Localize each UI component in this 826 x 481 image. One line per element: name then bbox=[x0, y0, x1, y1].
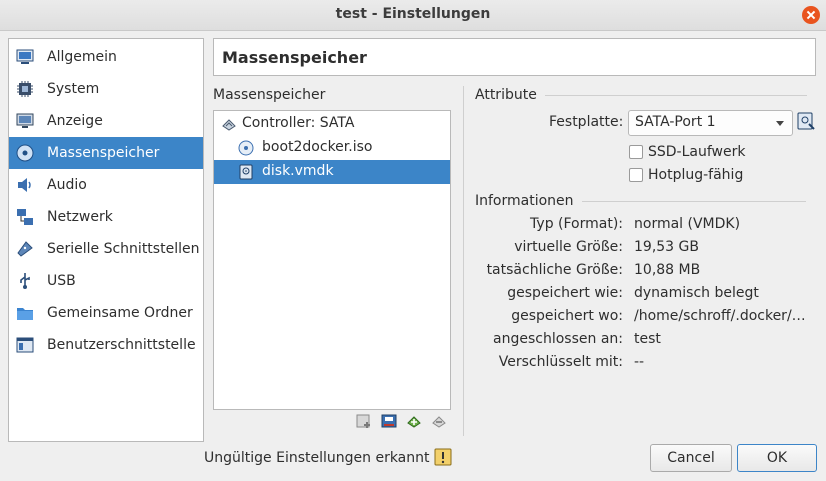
page-title-box: Massenspeicher bbox=[213, 38, 816, 76]
sidebar-item-serielle-schnittstellen[interactable]: Serielle Schnittstellen bbox=[9, 233, 203, 265]
section-divider bbox=[544, 94, 807, 96]
remove-attachment-icon[interactable] bbox=[381, 413, 397, 429]
remove-controller-icon[interactable] bbox=[431, 413, 447, 429]
warning-icon[interactable] bbox=[434, 448, 452, 466]
sidebar-item-label: Anzeige bbox=[47, 113, 103, 129]
window-title: test - Einstellungen bbox=[335, 6, 491, 22]
info-key-typ: Typ (Format): bbox=[530, 216, 623, 232]
info-key-verschluesselt-mit: Verschlüsselt mit: bbox=[498, 354, 623, 370]
sidebar-item-netzwerk[interactable]: Netzwerk bbox=[9, 201, 203, 233]
section-divider bbox=[581, 200, 806, 202]
tree-item-controller[interactable]: Controller: SATA bbox=[214, 112, 450, 136]
hard-disk-icon bbox=[239, 164, 253, 180]
info-value-angeschlossen-an: test bbox=[634, 331, 661, 347]
general-icon bbox=[16, 49, 34, 64]
attribute-section-title: Attribute bbox=[475, 87, 537, 103]
sidebar-item-usb[interactable]: USB bbox=[9, 265, 203, 297]
tree-item-disk-vmdk[interactable]: disk.vmdk bbox=[214, 160, 450, 184]
sidebar-item-audio[interactable]: Audio bbox=[9, 169, 203, 201]
info-key-tatsaechliche-groesse: tatsächliche Größe: bbox=[486, 262, 623, 278]
storage-disk-icon bbox=[16, 144, 34, 162]
invalid-settings-warning: Ungültige Einstellungen erkannt bbox=[204, 450, 430, 466]
info-key-virtuelle-groesse: virtuelle Größe: bbox=[514, 239, 623, 255]
add-attachment-icon[interactable] bbox=[406, 413, 422, 429]
add-controller-icon[interactable] bbox=[356, 413, 372, 429]
info-value-gespeichert-wo: /home/schroff/.docker/… bbox=[634, 308, 806, 324]
festplatte-value: SATA-Port 1 bbox=[635, 114, 716, 130]
sidebar-item-benutzerschnittstelle[interactable]: Benutzerschnittstelle bbox=[9, 329, 203, 361]
page-title: Massenspeicher bbox=[222, 48, 367, 67]
ssd-checkbox[interactable] bbox=[629, 145, 643, 159]
info-value-virtuelle-groesse: 19,53 GB bbox=[634, 239, 699, 255]
hotplug-checkbox[interactable] bbox=[629, 168, 643, 182]
info-key-gespeichert-wie: gespeichert wie: bbox=[507, 285, 623, 301]
choose-disk-icon[interactable] bbox=[797, 112, 815, 130]
settings-sidebar: Allgemein System Anzeige Massenspeicher … bbox=[8, 38, 204, 442]
serial-port-icon bbox=[17, 241, 33, 257]
tree-item-label: boot2docker.iso bbox=[262, 139, 373, 155]
sidebar-item-label: Massenspeicher bbox=[47, 145, 160, 161]
display-monitor-icon bbox=[16, 113, 34, 128]
info-value-verschluesselt-mit: -- bbox=[634, 354, 645, 370]
cancel-button-label: Cancel bbox=[667, 450, 715, 466]
network-icon bbox=[17, 209, 33, 225]
info-value-gespeichert-wie: dynamisch belegt bbox=[634, 285, 759, 301]
info-key-gespeichert-wo: gespeichert wo: bbox=[511, 308, 623, 324]
controller-icon bbox=[222, 119, 236, 131]
cancel-button[interactable]: Cancel bbox=[650, 444, 732, 472]
close-button[interactable] bbox=[802, 6, 820, 24]
optical-disc-icon bbox=[238, 140, 254, 156]
sidebar-item-massenspeicher[interactable]: Massenspeicher bbox=[9, 137, 203, 169]
sidebar-item-label: USB bbox=[47, 273, 76, 289]
info-key-angeschlossen-an: angeschlossen an: bbox=[493, 331, 623, 347]
sidebar-item-label: Serielle Schnittstellen bbox=[47, 241, 200, 257]
ok-button-label: OK bbox=[766, 450, 788, 466]
user-interface-icon bbox=[16, 337, 34, 353]
sidebar-item-label: Netzwerk bbox=[47, 209, 113, 225]
sidebar-item-system[interactable]: System bbox=[9, 73, 203, 105]
attribute-section-label: Attribute bbox=[475, 87, 807, 103]
storage-tree: Controller: SATA boot2docker.iso disk.vm… bbox=[213, 110, 451, 410]
ok-button[interactable]: OK bbox=[737, 444, 817, 472]
sidebar-item-label: Allgemein bbox=[47, 49, 117, 65]
sidebar-item-allgemein[interactable]: Allgemein bbox=[9, 41, 203, 73]
usb-icon bbox=[20, 273, 30, 289]
storage-section-label: Massenspeicher bbox=[213, 87, 325, 103]
info-section-label: Informationen bbox=[475, 193, 806, 209]
vertical-divider bbox=[463, 86, 464, 436]
info-value-typ: normal (VMDK) bbox=[634, 216, 741, 232]
sidebar-item-label: System bbox=[47, 81, 100, 97]
chevron-down-icon bbox=[776, 121, 784, 126]
speaker-icon bbox=[18, 178, 31, 192]
ssd-label: SSD-Laufwerk bbox=[648, 144, 746, 160]
shared-folder-icon bbox=[17, 308, 33, 320]
tree-item-label: disk.vmdk bbox=[262, 163, 334, 179]
tree-item-boot2docker-iso[interactable]: boot2docker.iso bbox=[214, 136, 450, 160]
info-section-title: Informationen bbox=[475, 193, 574, 209]
sidebar-item-gemeinsame-ordner[interactable]: Gemeinsame Ordner bbox=[9, 297, 203, 329]
tree-item-label: Controller: SATA bbox=[242, 115, 355, 131]
system-chip-icon bbox=[17, 81, 33, 97]
sidebar-item-label: Gemeinsame Ordner bbox=[47, 305, 193, 321]
festplatte-label: Festplatte: bbox=[549, 114, 624, 130]
storage-section-title: Massenspeicher bbox=[213, 87, 326, 103]
festplatte-select[interactable]: SATA-Port 1 bbox=[628, 110, 793, 136]
title-bar: test - Einstellungen bbox=[0, 0, 826, 31]
info-value-tatsaechliche-groesse: 10,88 MB bbox=[634, 262, 701, 278]
sidebar-item-label: Audio bbox=[47, 177, 87, 193]
sidebar-item-label: Benutzerschnittstelle bbox=[47, 337, 196, 353]
sidebar-item-anzeige[interactable]: Anzeige bbox=[9, 105, 203, 137]
hotplug-label: Hotplug-fähig bbox=[648, 167, 744, 183]
